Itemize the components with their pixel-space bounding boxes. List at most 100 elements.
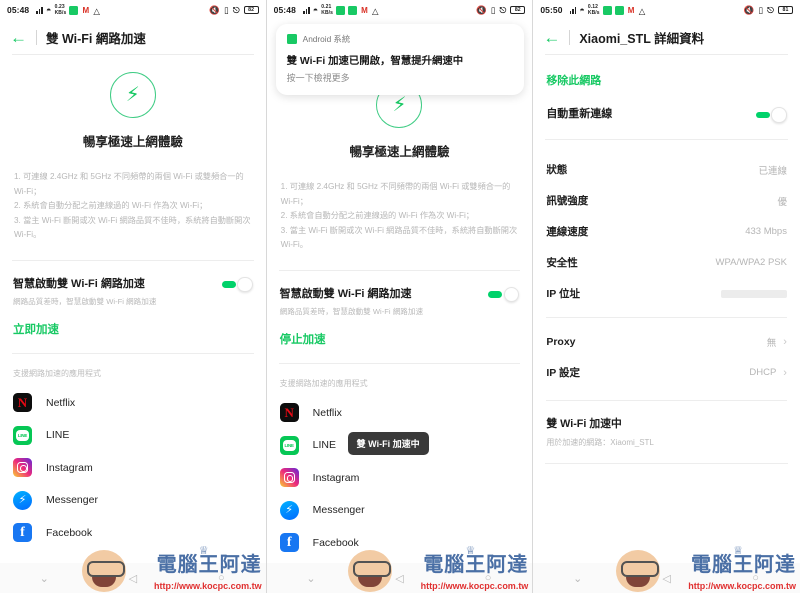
detail-key: IP 位址	[546, 288, 580, 300]
recents-button[interactable]: ⌄	[533, 572, 622, 585]
android-system-icon	[286, 34, 297, 44]
accel-tooltip: 雙 Wi-Fi 加速中	[347, 432, 429, 455]
list-item[interactable]: LINE LINE 雙 Wi-Fi 加速中	[279, 429, 520, 462]
status-bar: 05:48 ◓ 0.23 KB/s M △ 🔇 ▯ ⎋ 82	[0, 0, 266, 20]
back-arrow-icon[interactable]: ←	[10, 29, 27, 46]
app-notif-icon	[602, 5, 612, 15]
list-item[interactable]: N Netflix	[279, 397, 520, 430]
signal-bars-icon	[302, 6, 310, 14]
signal-bars-icon	[569, 6, 577, 14]
supported-apps-list: N Netflix LINE LINE 雙 Wi-Fi 加速中 Instagra…	[267, 389, 533, 560]
proxy-value: 無	[766, 337, 777, 349]
table-row: 訊號強度 優	[546, 185, 787, 216]
vibrate-icon: ▯	[490, 4, 496, 15]
list-item[interactable]: Instagram	[13, 452, 253, 485]
list-item[interactable]: LINE LINE	[13, 419, 253, 452]
ip-setting-value: DHCP	[749, 367, 777, 378]
stop-accelerate-button[interactable]: 停止加速	[267, 317, 533, 347]
smart-accel-toggle-row[interactable]: 智慧啟動雙 Wi-Fi 網路加速 網路品質差時，智慧啟動雙 Wi-Fi 網路加速	[267, 271, 533, 317]
screenshot-triptych: 05:48 ◓ 0.23 KB/s M △ 🔇 ▯ ⎋ 82 ← 雙 Wi-Fi …	[0, 0, 800, 593]
gmail-icon: M	[360, 5, 370, 15]
app-name: Facebook	[46, 526, 93, 539]
battery-icon: 82	[510, 5, 526, 15]
app-notif-icon-2	[614, 5, 624, 15]
lightning-bolt-icon: ⚡	[109, 72, 156, 118]
page-title: 雙 Wi-Fi 網路加速	[46, 31, 146, 46]
line-icon: LINE	[279, 435, 299, 455]
list-item[interactable]: ⚡ Messenger	[279, 494, 520, 527]
tips-text: 1. 可連線 2.4GHz 和 5GHz 不同頻帶的兩個 Wi-Fi 或雙頻合一…	[280, 182, 518, 249]
detail-value: WPA/WPA2 PSK	[715, 257, 787, 268]
netflix-icon: N	[13, 393, 32, 413]
detail-key: Proxy	[546, 335, 576, 348]
back-button[interactable]: ◁	[89, 572, 178, 585]
acceleration-subtitle: 用於加速的網路：Xiaomi_STL	[546, 438, 654, 447]
toggle-subtitle: 網路品質差時，智慧啟動雙 Wi-Fi 網路加速	[13, 296, 157, 306]
app-name: Instagram	[312, 471, 360, 484]
hero-title: 暢享極速上網體驗	[82, 135, 183, 149]
smart-accel-switch[interactable]	[488, 286, 520, 302]
home-button[interactable]: ○	[444, 572, 533, 584]
bluetooth-icon: ⎋	[232, 4, 240, 15]
system-nav-bar: ⌄ ◁ ○	[533, 563, 800, 593]
auto-reconnect-row[interactable]: 自動重新連線	[533, 88, 800, 123]
app-name: Messenger	[46, 494, 98, 507]
vibrate-icon: ▯	[758, 4, 764, 15]
drive-icon: △	[93, 5, 103, 16]
gmail-icon: M	[81, 5, 91, 15]
status-time: 05:50	[540, 5, 563, 15]
data-rate-icon: 0.21 KB/s	[321, 4, 334, 16]
smart-accel-switch[interactable]	[221, 276, 253, 292]
table-row: 連線速度 433 Mbps	[546, 216, 787, 247]
app-name: LINE	[312, 439, 336, 452]
list-item[interactable]: Instagram	[279, 462, 520, 495]
app-notif-icon	[69, 5, 79, 15]
signal-bars-icon	[36, 6, 44, 14]
table-row[interactable]: Proxy 無 ›	[546, 326, 787, 357]
system-nav-bar: ⌄ ◁ ○	[0, 563, 266, 593]
app-name: Facebook	[312, 536, 359, 549]
apps-section-label: 支援網路加速的應用程式	[279, 378, 368, 388]
remove-network-button[interactable]: 移除此網路	[533, 55, 800, 88]
battery-icon: 81	[777, 5, 793, 15]
accelerate-now-button[interactable]: 立即加速	[0, 307, 266, 337]
system-nav-bar: ⌄ ◁ ○	[266, 563, 533, 593]
list-divider-2	[546, 400, 787, 401]
toggle-title: 智慧啟動雙 Wi-Fi 網路加速	[13, 277, 145, 290]
list-divider	[546, 317, 787, 318]
dual-wifi-icon: ◓	[579, 5, 585, 15]
table-row: 安全性 WPA/WPA2 PSK	[546, 247, 787, 278]
table-row[interactable]: IP 設定 DHCP ›	[546, 357, 787, 388]
table-row: IP 位址	[546, 278, 787, 309]
home-button[interactable]: ○	[177, 572, 266, 584]
detail-value: DHCP ›	[749, 367, 787, 379]
home-button[interactable]: ○	[711, 572, 800, 584]
back-arrow-icon[interactable]: ←	[543, 29, 560, 46]
back-button[interactable]: ◁	[355, 572, 444, 585]
panel-dual-wifi-on: 05:48 ◓ 0.21 KB/s M △ 🔇 ▯ ⎋ 82 ⚡ 暢享極速上網體驗…	[266, 0, 534, 593]
list-item[interactable]: N Netflix	[13, 387, 253, 420]
chevron-right-icon: ›	[783, 335, 787, 348]
section-divider-3	[545, 463, 788, 464]
auto-reconnect-switch[interactable]	[755, 107, 787, 123]
back-button[interactable]: ◁	[622, 572, 711, 585]
recents-button[interactable]: ⌄	[0, 572, 89, 585]
redacted-ip-value	[720, 289, 787, 298]
list-item[interactable]: ⚡ Messenger	[13, 484, 253, 517]
toggle-subtitle: 網路品質差時，智慧啟動雙 Wi-Fi 網路加速	[279, 306, 424, 316]
notification-title: 雙 Wi-Fi 加速已開啟，智慧提升網速中	[286, 56, 464, 67]
battery-icon: 82	[243, 5, 259, 15]
data-rate-icon: 0.12 KB/s	[587, 4, 600, 16]
smart-accel-toggle-row[interactable]: 智慧啟動雙 Wi-Fi 網路加速 網路品質差時，智慧啟動雙 Wi-Fi 網路加速	[0, 261, 266, 307]
panel-network-details: 05:50 ◓ 0.12 KB/s M △ 🔇 ▯ ⎋ 81 ← Xiaomi_S…	[533, 0, 800, 593]
recents-button[interactable]: ⌄	[267, 572, 356, 585]
bluetooth-icon: ⎋	[767, 4, 774, 15]
instagram-icon	[13, 458, 32, 478]
detail-value: 無 ›	[767, 335, 787, 349]
crown-icon: ♕	[733, 545, 743, 557]
mute-icon: 🔇	[209, 4, 221, 15]
list-item[interactable]: f Facebook	[279, 527, 520, 560]
system-notification-card[interactable]: Android 系統 雙 Wi-Fi 加速已開啟，智慧提升網速中 按一下檢視更多	[275, 24, 524, 95]
line-icon: LINE	[13, 425, 32, 445]
list-item[interactable]: f Facebook	[13, 517, 253, 550]
